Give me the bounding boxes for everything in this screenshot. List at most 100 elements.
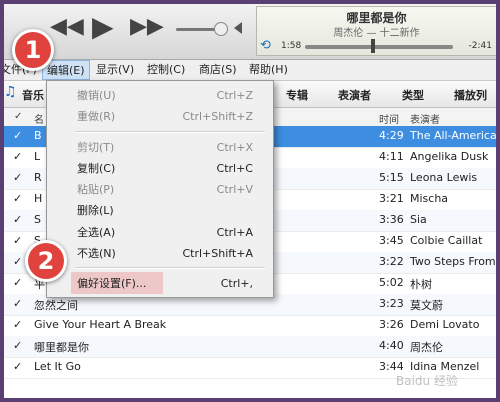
song-artist: Two Steps From H bbox=[410, 255, 496, 268]
row-checkbox[interactable]: ✓ bbox=[13, 234, 22, 247]
step-badge-2: 2 bbox=[25, 240, 67, 282]
song-artist: Sia bbox=[410, 213, 427, 226]
song-time: 3:45 bbox=[379, 234, 404, 247]
volume-knob[interactable] bbox=[214, 22, 228, 36]
column-playlist[interactable]: 播放列 bbox=[454, 87, 487, 103]
song-time: 5:15 bbox=[379, 171, 404, 184]
song-name: Give Your Heart A Break bbox=[34, 318, 167, 331]
menu-item-redo[interactable]: 重做(R) Ctrl+Shift+Z bbox=[47, 106, 271, 127]
column-genre[interactable]: 类型 bbox=[402, 87, 424, 103]
song-name: B bbox=[34, 129, 42, 142]
song-artist: Angelika Dusk bbox=[410, 150, 489, 163]
song-artist: 周杰伦 bbox=[410, 341, 443, 354]
repeat-icon[interactable]: ⟲ bbox=[260, 38, 271, 53]
preferences-shortcut: Ctrl+, bbox=[220, 277, 253, 290]
row-checkbox[interactable]: ✓ bbox=[13, 150, 22, 163]
song-artist: Colbie Caillat bbox=[410, 234, 483, 247]
row-checkbox[interactable]: ✓ bbox=[13, 297, 22, 310]
menu-divider bbox=[75, 267, 265, 269]
header-time[interactable]: 时间 bbox=[379, 111, 399, 126]
song-name: Let It Go bbox=[34, 360, 81, 373]
select-all-shortcut: Ctrl+A bbox=[216, 226, 253, 239]
row-checkbox[interactable]: ✓ bbox=[13, 276, 22, 289]
progress-track[interactable] bbox=[305, 45, 453, 49]
select-all-label: 全选(A) bbox=[77, 226, 116, 239]
header-check[interactable]: ✓ bbox=[14, 111, 22, 122]
table-row[interactable]: ✓ Give Your Heart A Break 3:26 Demi Lovato bbox=[4, 315, 496, 337]
play-icon[interactable]: ▶ bbox=[92, 13, 114, 41]
row-checkbox[interactable]: ✓ bbox=[13, 192, 22, 205]
select-none-shortcut: Ctrl+Shift+A bbox=[182, 247, 253, 260]
row-checkbox[interactable]: ✓ bbox=[13, 318, 22, 331]
header-artist[interactable]: 表演者 bbox=[410, 111, 440, 126]
menu-item-preferences[interactable]: 偏好设置(F)... Ctrl+, bbox=[47, 273, 271, 294]
column-performer[interactable]: 表演者 bbox=[338, 87, 371, 103]
menu-help[interactable]: 帮助(H) bbox=[245, 60, 292, 80]
row-checkbox[interactable]: ✓ bbox=[13, 339, 22, 352]
song-subtitle: 周杰伦 — 十二新作 bbox=[333, 28, 420, 39]
menu-item-paste[interactable]: 粘贴(P) Ctrl+V bbox=[47, 179, 271, 200]
menu-view[interactable]: 显示(V) bbox=[92, 60, 138, 80]
time-elapsed: 1:58 bbox=[281, 41, 302, 51]
song-name: H bbox=[34, 192, 43, 205]
row-checkbox[interactable]: ✓ bbox=[13, 255, 22, 268]
delete-label: 删除(L) bbox=[77, 204, 114, 217]
song-time: 3:23 bbox=[379, 297, 404, 310]
music-label[interactable]: 音乐 bbox=[22, 87, 44, 103]
menu-store[interactable]: 商店(S) bbox=[195, 60, 241, 80]
music-icon: ♫ bbox=[4, 84, 17, 100]
menu-item-delete[interactable]: 删除(L) bbox=[47, 200, 271, 221]
row-checkbox[interactable]: ✓ bbox=[13, 171, 22, 184]
menu-item-cut[interactable]: 剪切(T) Ctrl+X bbox=[47, 137, 271, 158]
song-name: 忽然之间 bbox=[34, 299, 78, 312]
song-name: R bbox=[34, 171, 42, 184]
song-time: 4:29 bbox=[379, 129, 404, 142]
cut-shortcut: Ctrl+X bbox=[216, 141, 253, 154]
song-time: 3:22 bbox=[379, 255, 404, 268]
volume-icon bbox=[234, 22, 242, 34]
redo-label: 重做(R) bbox=[77, 110, 116, 123]
progress-knob[interactable] bbox=[371, 39, 376, 53]
menu-controls[interactable]: 控制(C) bbox=[143, 60, 189, 80]
rewind-icon[interactable]: ◀◀ bbox=[50, 14, 84, 40]
row-checkbox[interactable]: ✓ bbox=[13, 129, 22, 142]
song-name: 哪里都是你 bbox=[34, 341, 89, 354]
song-artist: The All-American bbox=[410, 129, 496, 142]
song-time: 5:02 bbox=[379, 276, 404, 289]
song-time: 3:26 bbox=[379, 318, 404, 331]
time-remaining: -2:41 bbox=[468, 41, 492, 51]
header-name[interactable]: 名 bbox=[34, 111, 44, 126]
song-time: 4:11 bbox=[379, 150, 404, 163]
copy-shortcut: Ctrl+C bbox=[216, 162, 253, 175]
menu-item-select-none[interactable]: 不选(N) Ctrl+Shift+A bbox=[47, 243, 271, 264]
player-toolbar: ◀◀ ▶ ▶▶ 哪里都是你 周杰伦 — 十二新作 ⟲ 1:58 -2:41 bbox=[4, 4, 496, 60]
paste-shortcut: Ctrl+V bbox=[216, 183, 253, 196]
redo-shortcut: Ctrl+Shift+Z bbox=[182, 110, 253, 123]
watermark: Baidu 经验 bbox=[396, 374, 458, 388]
copy-label: 复制(C) bbox=[77, 162, 116, 175]
song-time: 3:21 bbox=[379, 192, 404, 205]
song-artist: 朴树 bbox=[410, 278, 432, 291]
select-none-label: 不选(N) bbox=[77, 247, 116, 260]
menu-bar: 文件(F) 编辑(E) 显示(V) 控制(C) 商店(S) 帮助(H) bbox=[4, 60, 496, 81]
menu-item-copy[interactable]: 复制(C) Ctrl+C bbox=[47, 158, 271, 179]
edit-menu-dropdown: 撤销(U) Ctrl+Z 重做(R) Ctrl+Shift+Z 剪切(T) Ctrl+… bbox=[46, 80, 274, 298]
table-row[interactable]: ✓ 哪里都是你 4:40 周杰伦 bbox=[4, 336, 496, 358]
undo-shortcut: Ctrl+Z bbox=[216, 89, 253, 102]
menu-item-undo[interactable]: 撤销(U) Ctrl+Z bbox=[47, 85, 271, 106]
song-artist: Mischa bbox=[410, 192, 449, 205]
row-checkbox[interactable]: ✓ bbox=[13, 213, 22, 226]
fast-forward-icon[interactable]: ▶▶ bbox=[130, 14, 164, 40]
song-time: 3:36 bbox=[379, 213, 404, 226]
step-badge-1: 1 bbox=[12, 29, 54, 71]
song-name: S bbox=[34, 213, 41, 226]
itunes-window: ◀◀ ▶ ▶▶ 哪里都是你 周杰伦 — 十二新作 ⟲ 1:58 -2:41 文件… bbox=[4, 4, 496, 398]
now-playing-display: 哪里都是你 周杰伦 — 十二新作 ⟲ 1:58 -2:41 bbox=[256, 6, 496, 56]
menu-divider bbox=[75, 131, 265, 133]
song-time: 4:40 bbox=[379, 339, 404, 352]
row-checkbox[interactable]: ✓ bbox=[13, 360, 22, 373]
menu-item-select-all[interactable]: 全选(A) Ctrl+A bbox=[47, 222, 271, 243]
song-artist: Demi Lovato bbox=[410, 318, 480, 331]
column-album[interactable]: 专辑 bbox=[286, 87, 308, 103]
song-name: L bbox=[34, 150, 41, 163]
